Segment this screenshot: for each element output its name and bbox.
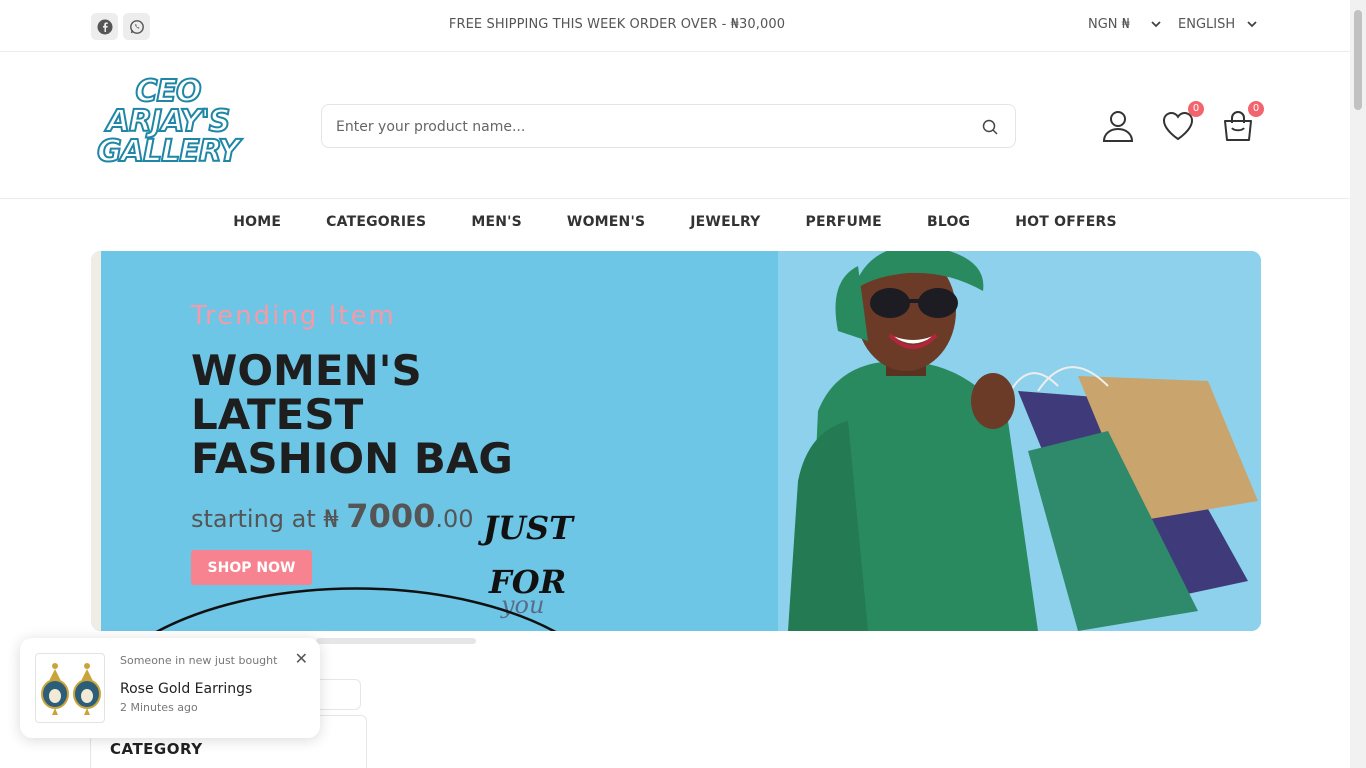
headline-line-2: LATEST <box>191 390 364 439</box>
price-cents: .00 <box>435 505 474 533</box>
search-icon[interactable] <box>981 118 999 136</box>
nav-item-womens[interactable]: WOMEN'S <box>567 214 645 230</box>
cart-count-badge: 0 <box>1248 101 1264 117</box>
logo-line-1: CEO <box>134 74 202 109</box>
language-select[interactable]: ENGLISH <box>1178 17 1235 32</box>
page: FREE SHIPPING THIS WEEK ORDER OVER - ₦30… <box>0 0 1366 768</box>
top-bar: FREE SHIPPING THIS WEEK ORDER OVER - ₦30… <box>0 0 1350 52</box>
hero-headline: WOMEN'S LATEST FASHION BAG <box>191 349 611 481</box>
recent-purchase-toast: Someone in new just bought Rose Gold Ear… <box>20 638 320 738</box>
search-input[interactable] <box>336 116 956 138</box>
headline-line-1: WOMEN'S <box>191 346 422 395</box>
hero-eyebrow: Trending Item <box>191 301 396 331</box>
page-scrollbar[interactable] <box>1350 0 1366 768</box>
search-bar <box>321 104 1016 148</box>
toast-message: Someone in new just bought <box>120 654 278 667</box>
category-title: CATEGORY <box>110 740 203 758</box>
nav-item-categories[interactable]: CATEGORIES <box>326 214 426 230</box>
price-main: 7000 <box>346 497 436 535</box>
earrings-image <box>41 663 101 715</box>
hero-banner: Trending Item WOMEN'S LATEST FASHION BAG… <box>91 251 1261 631</box>
shop-now-button[interactable]: SHOP NOW <box>191 550 312 585</box>
close-icon[interactable]: ✕ <box>295 649 308 668</box>
script-text-just: JUST <box>483 509 573 547</box>
nav-item-blog[interactable]: BLOG <box>927 214 970 230</box>
currency-select[interactable]: NGN ₦ <box>1088 17 1130 32</box>
scrollbar-thumb[interactable] <box>1354 10 1362 110</box>
nav-item-mens[interactable]: MEN'S <box>471 214 522 230</box>
decorative-arc <box>155 587 557 631</box>
site-logo[interactable]: CEO ARJAY'S GALLERY <box>93 74 243 177</box>
nav-item-hot-offers[interactable]: HOT OFFERS <box>1015 214 1117 230</box>
main-nav: HOME CATEGORIES MEN'S WOMEN'S JEWELRY PE… <box>0 214 1350 230</box>
logo-line-3: GALLERY <box>96 134 241 169</box>
nav-item-home[interactable]: HOME <box>233 214 281 230</box>
chevron-down-icon[interactable] <box>1151 20 1161 28</box>
toast-product-name[interactable]: Rose Gold Earrings <box>120 681 252 697</box>
product-thumbnail[interactable] <box>35 653 105 723</box>
chevron-down-icon[interactable] <box>1247 20 1257 28</box>
carousel-progress-bar[interactable] <box>316 638 476 644</box>
nav-item-jewelry[interactable]: JEWELRY <box>690 214 760 230</box>
user-account-icon[interactable] <box>1100 108 1136 144</box>
hero-model-image <box>778 251 1261 631</box>
toast-timestamp: 2 Minutes ago <box>120 701 198 714</box>
logo-line-2: ARJAY'S <box>106 104 232 139</box>
nav-item-perfume[interactable]: PERFUME <box>806 214 882 230</box>
site-header: CEO ARJAY'S GALLERY 0 0 <box>0 52 1350 199</box>
wishlist-count-badge: 0 <box>1188 101 1204 117</box>
banner-edge <box>91 251 101 631</box>
hero-price: starting at ₦ 7000.00 <box>191 497 474 535</box>
headline-line-3: FASHION BAG <box>191 434 513 483</box>
price-prefix: starting at ₦ <box>191 505 347 533</box>
shipping-promo: FREE SHIPPING THIS WEEK ORDER OVER - ₦30… <box>448 17 786 32</box>
